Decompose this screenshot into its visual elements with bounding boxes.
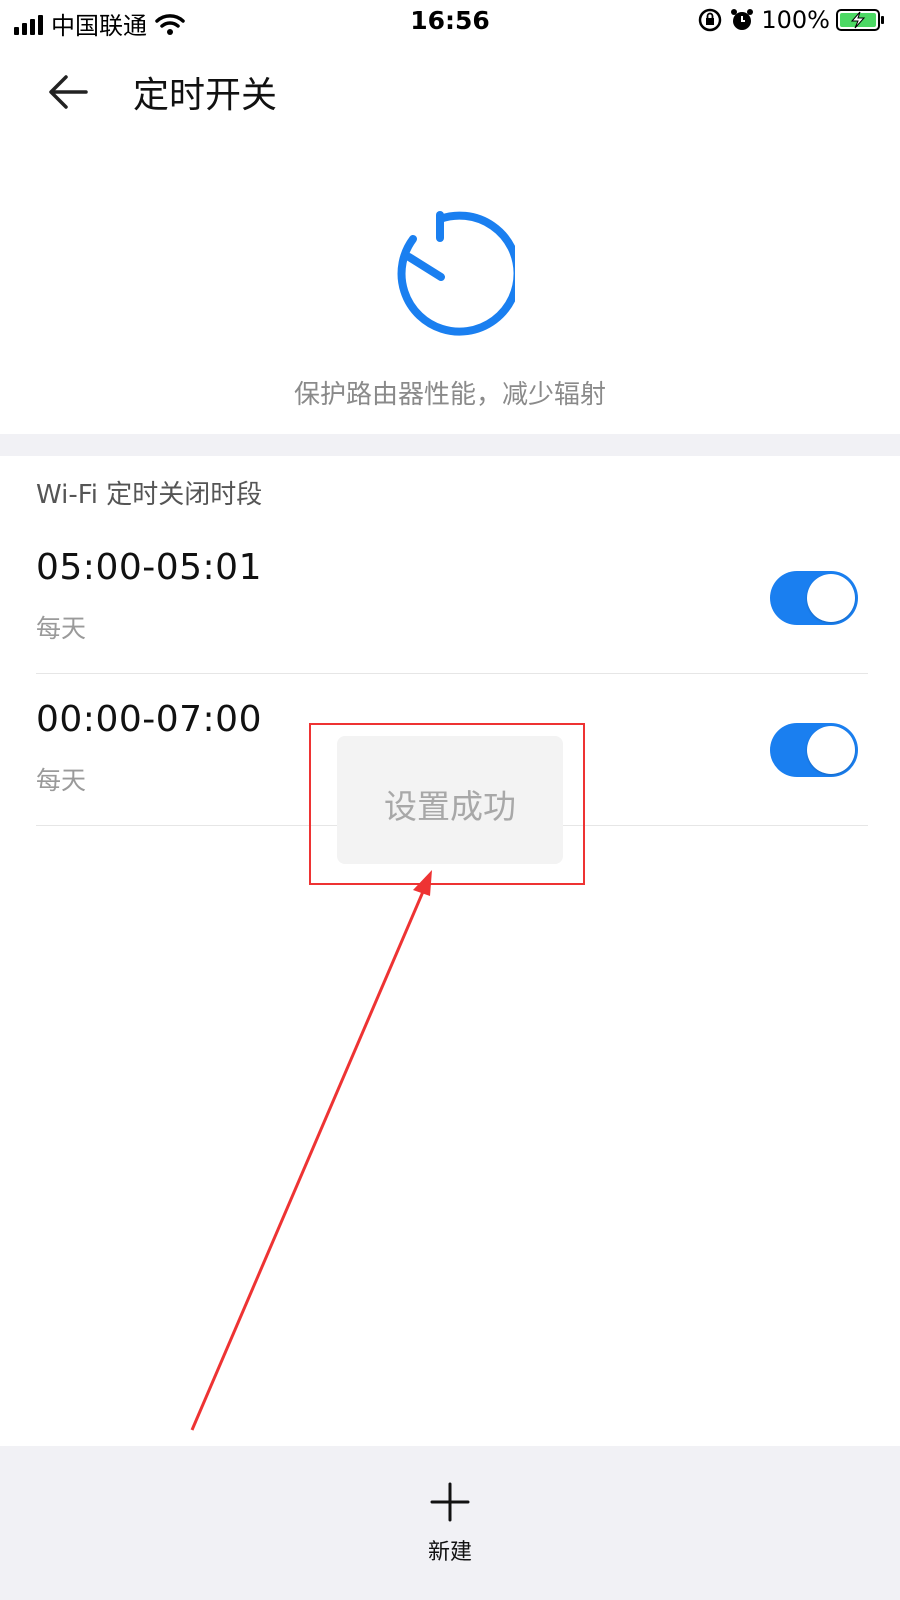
schedule-time: 00:00-07:00 <box>36 699 262 740</box>
battery-percent: 100% <box>761 6 830 34</box>
timer-icon <box>397 211 515 336</box>
bottom-bar: 新建 <box>0 1446 900 1600</box>
page-title: 定时开关 <box>133 75 278 116</box>
back-arrow-icon[interactable] <box>44 68 92 116</box>
plus-icon <box>430 1482 470 1522</box>
status-right: 100% <box>697 6 886 34</box>
alarm-icon <box>731 9 754 30</box>
hero-subtitle: 保护路由器性能，减少辐射 <box>293 380 606 410</box>
schedule-repeat: 每天 <box>36 614 87 643</box>
schedule-time: 05:00-05:01 <box>36 547 262 588</box>
new-button[interactable]: 新建 <box>400 1470 500 1570</box>
schedule-row[interactable]: 05:00-05:01 每天 <box>36 523 868 674</box>
section-divider <box>0 434 900 456</box>
new-button-label: 新建 <box>427 1540 472 1565</box>
battery-charging-icon <box>836 9 884 31</box>
toggle-knob <box>807 574 855 622</box>
section-title: Wi-Fi 定时关闭时段 <box>36 480 263 510</box>
schedule-toggle[interactable] <box>770 723 858 777</box>
status-bar: 中国联通 16:56 100% <box>0 0 900 46</box>
schedule-repeat: 每天 <box>36 766 87 795</box>
schedule-toggle[interactable] <box>770 571 858 625</box>
rotation-lock-icon <box>699 8 722 32</box>
annotation-highlight-box <box>309 723 585 885</box>
toggle-knob <box>807 726 855 774</box>
